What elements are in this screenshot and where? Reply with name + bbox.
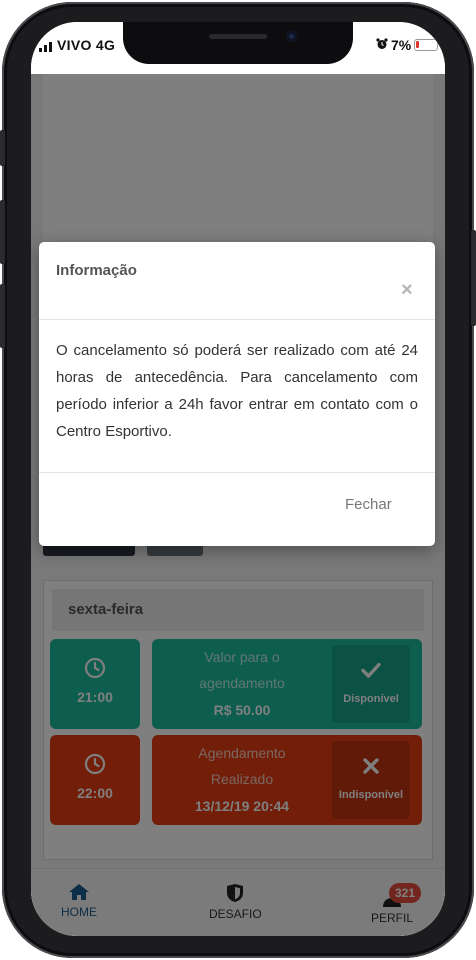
volume-up-button bbox=[0, 200, 5, 264]
modal-close-button[interactable]: × bbox=[401, 280, 413, 300]
silent-switch bbox=[0, 130, 5, 166]
speaker-grille bbox=[209, 34, 267, 39]
modal-title: Informação bbox=[56, 262, 137, 279]
power-button bbox=[471, 230, 476, 326]
alarm-icon bbox=[376, 38, 388, 49]
info-modal: Informação × O cancelamento só poderá se… bbox=[39, 242, 435, 546]
carrier-label: VIVO bbox=[57, 37, 92, 53]
modal-message: O cancelamento só poderá ser realizado c… bbox=[56, 342, 418, 440]
phone-screen: VIVO 4G 7% 13/12/2019 sexta-feira bbox=[31, 22, 445, 936]
close-modal-button[interactable]: Fechar bbox=[345, 496, 392, 513]
battery-level bbox=[416, 41, 419, 48]
network-type: 4G bbox=[95, 37, 116, 53]
modal-divider bbox=[39, 319, 435, 320]
carrier-name: VIVO 4G bbox=[57, 37, 115, 53]
battery-percent: 7% bbox=[391, 37, 412, 53]
signal-icon bbox=[39, 40, 57, 52]
modal-divider bbox=[39, 472, 435, 473]
volume-down-button bbox=[0, 284, 5, 348]
front-camera bbox=[286, 31, 297, 42]
battery-icon bbox=[414, 39, 441, 51]
status-bar: VIVO 4G 7% bbox=[31, 22, 445, 74]
notch bbox=[123, 22, 353, 64]
